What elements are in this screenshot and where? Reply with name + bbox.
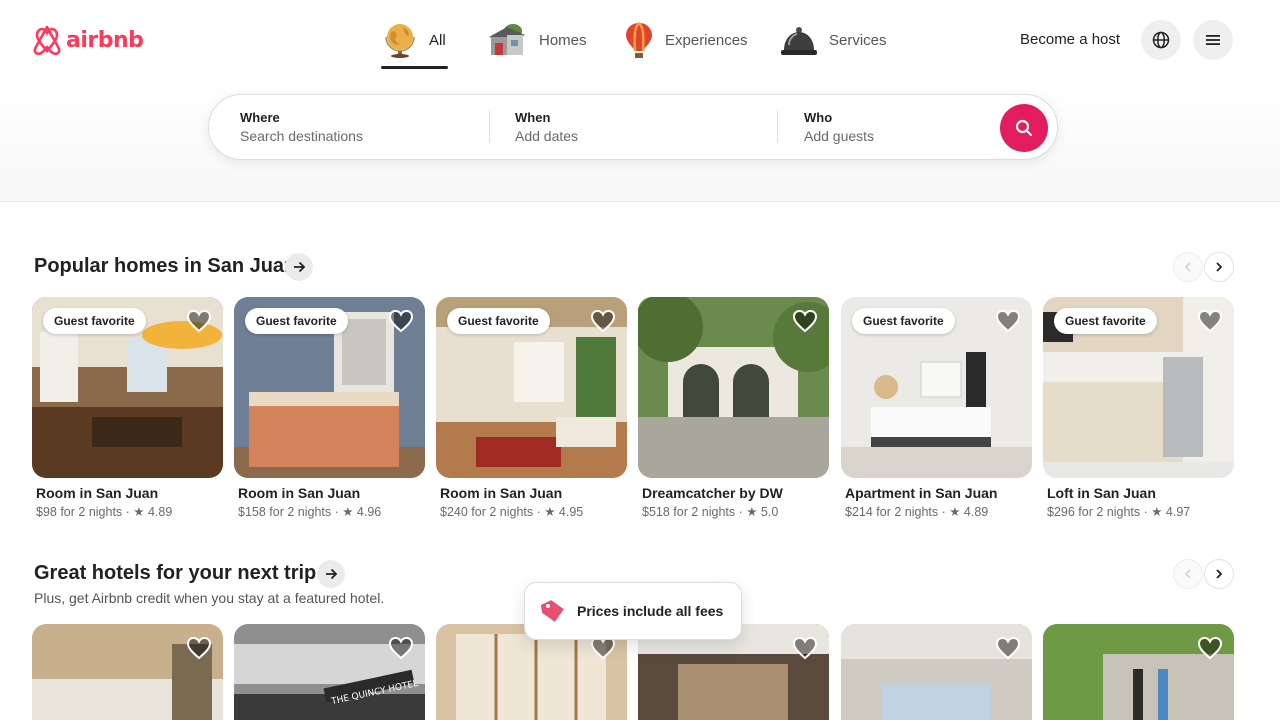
carousel-prev-button[interactable] [1173, 559, 1203, 589]
globe-icon [381, 21, 419, 59]
listing-card[interactable]: Guest favorite Room in San Juan $98 for … [32, 297, 223, 519]
arrow-right-icon [326, 568, 338, 580]
who-label: Who [804, 110, 833, 125]
heart-icon[interactable] [186, 308, 212, 334]
chevron-left-icon [1184, 569, 1191, 579]
category-label: Experiences [665, 31, 748, 49]
listing-photo[interactable]: Guest favorite [1043, 297, 1234, 478]
category-tab-homes[interactable]: Homes [487, 18, 587, 62]
become-a-host-link[interactable]: Become a host [1020, 31, 1120, 48]
listing-title: Room in San Juan [440, 485, 563, 501]
service-bell-icon [779, 21, 819, 59]
heart-icon[interactable] [995, 635, 1021, 661]
heart-icon[interactable] [995, 308, 1021, 334]
hotel-photo[interactable] [32, 624, 223, 720]
category-label: All [429, 31, 446, 49]
price-tag-icon [540, 600, 564, 622]
prices-include-fees-toast[interactable]: Prices include all fees [524, 582, 742, 640]
listing-photo[interactable]: Guest favorite [841, 297, 1032, 478]
divider [777, 111, 778, 143]
heart-icon[interactable] [388, 635, 414, 661]
where-label: Where [240, 110, 280, 125]
listing-title: Room in San Juan [36, 485, 159, 501]
guest-favorite-badge: Guest favorite [43, 308, 146, 334]
category-tab-experiences[interactable]: Experiences [623, 18, 748, 62]
listing-price-rating: $158 for 2 nights · ★ 4.96 [238, 505, 382, 519]
listing-price-rating: $98 for 2 nights · ★ 4.89 [36, 505, 173, 519]
toast-text: Prices include all fees [577, 603, 724, 619]
listing-card[interactable]: Dreamcatcher by DW $518 for 2 nights · ★… [638, 297, 829, 519]
carousel-next-button[interactable] [1204, 252, 1234, 282]
section-title-popular-homes[interactable]: Popular homes in San Juan [34, 255, 296, 278]
heart-icon[interactable] [1197, 635, 1223, 661]
heart-icon[interactable] [792, 308, 818, 334]
hot-air-balloon-icon [623, 21, 655, 59]
arrow-right-icon [294, 261, 306, 273]
active-tab-indicator [381, 66, 448, 69]
listing-card[interactable]: Guest favorite Apartment in San Juan $21… [841, 297, 1032, 519]
guest-favorite-badge: Guest favorite [245, 308, 348, 334]
category-label: Services [829, 31, 887, 49]
listing-price-rating: $240 for 2 nights · ★ 4.95 [440, 505, 584, 519]
chevron-right-icon [1216, 262, 1223, 272]
listing-price-rating: $518 for 2 nights · ★ 5.0 [642, 505, 779, 519]
guest-favorite-badge: Guest favorite [852, 308, 955, 334]
listing-title: Dreamcatcher by DW [642, 485, 783, 501]
airbnb-wordmark: airbnb [66, 27, 144, 53]
heart-icon[interactable] [792, 635, 818, 661]
listing-photo[interactable]: Guest favorite [436, 297, 627, 478]
dates-value: Add dates [515, 128, 579, 144]
chevron-right-icon [1216, 569, 1223, 579]
category-tab-all[interactable]: All [381, 18, 446, 62]
where-field[interactable]: Where [240, 95, 480, 161]
hotel-photo[interactable]: THE QUINCY HOTEL [234, 624, 425, 720]
when-label: When [515, 110, 551, 125]
listing-title: Room in San Juan [238, 485, 361, 501]
section-arrow-button[interactable] [285, 253, 313, 281]
listing-title: Apartment in San Juan [845, 485, 998, 501]
destination-input[interactable] [240, 128, 460, 144]
category-label: Homes [539, 31, 587, 49]
heart-icon[interactable] [388, 308, 414, 334]
hamburger-menu-icon [1206, 35, 1220, 45]
heart-icon[interactable] [1197, 308, 1223, 334]
listing-price-rating: $214 for 2 nights · ★ 4.89 [845, 505, 989, 519]
listing-title: Loft in San Juan [1047, 485, 1156, 501]
header: airbnb All Homes Experiences Services Be… [0, 0, 1280, 202]
search-bar: Where When Add dates Who Add guests [208, 94, 1058, 160]
guests-value: Add guests [804, 128, 875, 144]
listing-photo[interactable]: Guest favorite [234, 297, 425, 478]
listing-card[interactable]: Guest favorite Loft in San Juan $296 for… [1043, 297, 1234, 519]
heart-icon[interactable] [590, 308, 616, 334]
main-menu-button[interactable] [1193, 20, 1233, 60]
carousel-prev-button[interactable] [1173, 252, 1203, 282]
listing-price-rating: $296 for 2 nights · ★ 4.97 [1047, 505, 1191, 519]
heart-icon[interactable] [186, 635, 212, 661]
listing-photo[interactable]: Guest favorite [32, 297, 223, 478]
hotel-photo[interactable] [841, 624, 1032, 720]
airbnb-logo[interactable]: airbnb [32, 24, 144, 56]
listing-card[interactable]: Guest favorite Room in San Juan $158 for… [234, 297, 425, 519]
section-arrow-button[interactable] [317, 560, 345, 588]
language-button[interactable] [1141, 20, 1181, 60]
category-tab-services[interactable]: Services [779, 18, 887, 62]
chevron-left-icon [1184, 262, 1191, 272]
hotel-photo[interactable] [1043, 624, 1234, 720]
carousel-next-button[interactable] [1204, 559, 1234, 589]
guest-favorite-badge: Guest favorite [447, 308, 550, 334]
listing-card[interactable]: Guest favorite Room in San Juan $240 for… [436, 297, 627, 519]
globe-icon [1152, 31, 1170, 49]
guest-favorite-badge: Guest favorite [1054, 308, 1157, 334]
house-icon [487, 21, 529, 59]
who-field[interactable]: Who Add guests [804, 95, 984, 161]
listing-photo[interactable] [638, 297, 829, 478]
search-icon [1015, 119, 1033, 137]
section-title-great-hotels[interactable]: Great hotels for your next trip [34, 562, 316, 585]
section-subtitle: Plus, get Airbnb credit when you stay at… [34, 590, 385, 606]
airbnb-belo-icon [33, 25, 61, 56]
divider [489, 111, 490, 143]
when-field[interactable]: When Add dates [515, 95, 765, 161]
search-button[interactable] [1000, 104, 1048, 152]
